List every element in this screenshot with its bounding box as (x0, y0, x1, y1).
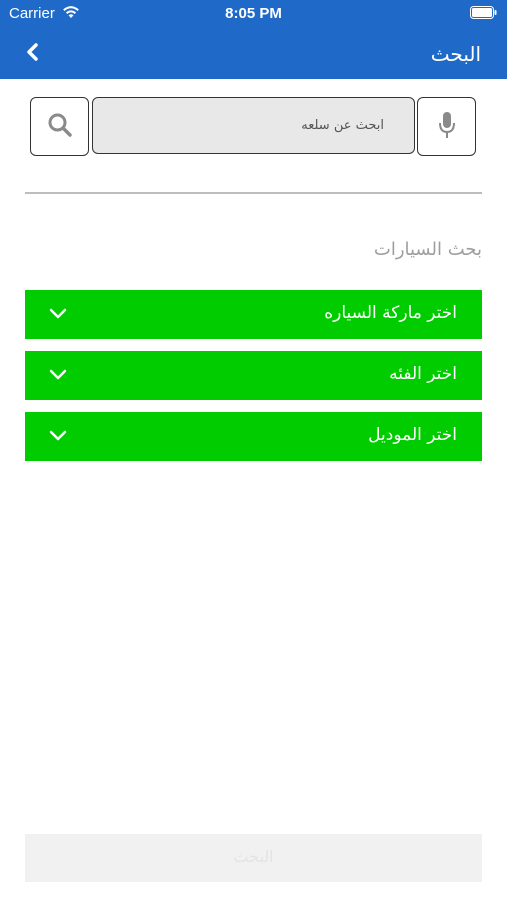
dropdown-label: اختر الموديل (368, 425, 457, 445)
microphone-icon (439, 112, 455, 138)
dropdown-category[interactable]: اختر الفئه (25, 351, 482, 400)
search-input[interactable]: ابحث عن سلعه (92, 97, 415, 154)
chevron-down-icon (49, 369, 67, 380)
divider (25, 192, 482, 194)
chevron-down-icon (49, 308, 67, 319)
dropdown-label: اختر الفئه (389, 364, 457, 384)
back-button[interactable] (22, 40, 44, 64)
search-row: ابحث عن سلعه (30, 97, 477, 157)
chevron-down-icon (49, 430, 67, 441)
dropdown-car-brand[interactable]: اختر ماركة السياره (25, 290, 482, 339)
search-placeholder: ابحث عن سلعه (301, 118, 384, 133)
status-time: 8:05 PM (225, 5, 282, 22)
top-bar: Carrier 8:05 PM البحث (0, 0, 507, 79)
submit-label: البحث (233, 849, 274, 866)
status-bar: Carrier 8:05 PM (0, 0, 507, 28)
section-title: بحث السيارات (373, 239, 482, 260)
search-button[interactable] (30, 97, 89, 156)
search-icon (48, 113, 72, 137)
page-title: البحث (430, 42, 481, 66)
dropdown-label: اختر ماركة السياره (324, 303, 457, 323)
battery-icon (470, 6, 497, 19)
search-submit-button[interactable]: البحث (25, 834, 482, 882)
microphone-button[interactable] (417, 97, 476, 156)
dropdown-model[interactable]: اختر الموديل (25, 412, 482, 461)
